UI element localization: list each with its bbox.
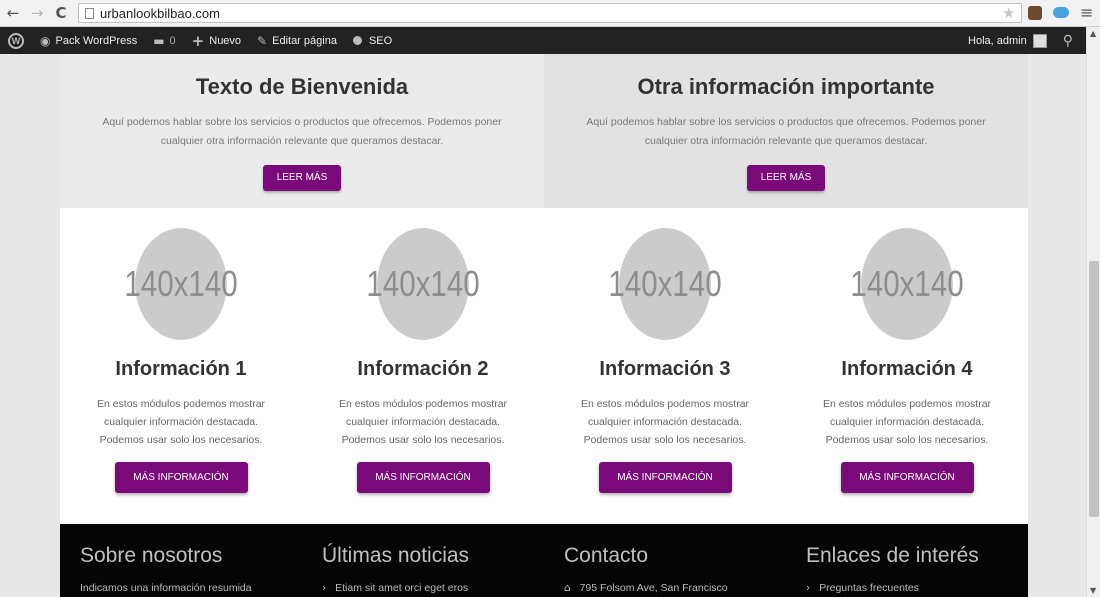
browser-toolbar: ← → C urbanlookbilbao.com ★ ≡ [0,0,1100,27]
reload-icon[interactable]: C [52,4,70,22]
bookmark-star-icon[interactable]: ★ [1002,4,1015,22]
browser-menu-icon[interactable]: ≡ [1080,3,1093,22]
address-label: 795 Folsom Ave, San Francisco [579,582,728,594]
promo-text: Aquí podemos hablar sobre los servicios … [102,116,502,147]
new-label: Nuevo [209,34,242,47]
url-text[interactable]: urbanlookbilbao.com [100,6,220,21]
placeholder-image: 140x140 [366,228,480,340]
footer-heading: Últimas noticias [322,544,470,567]
wp-admin-bar: W ◉ Pack WordPress ▬ 0 + Nuevo ✎ Editar … [0,27,1086,54]
plus-icon: + [191,31,205,50]
chevron-right-icon: › [322,582,327,594]
site-footer: Sobre nosotros Indicamos una información… [60,524,1028,597]
news-link[interactable]: › Etiam sit amet orci eget eros [322,582,544,594]
address-bar[interactable]: urbanlookbilbao.com [78,3,1022,23]
feature-text: En estos módulos podemos mostrar cualqui… [96,398,266,446]
read-more-button[interactable]: LEER MÁS [262,165,342,191]
comments-count: 0 [169,34,176,47]
avatar [1032,33,1047,48]
feature-text: En estos módulos podemos mostrar cualqui… [822,398,992,446]
dashboard-icon: ◉ [40,33,51,48]
faq-link-label: Preguntas frecuentes [819,582,919,594]
footer-heading: Enlaces de interés [806,544,979,567]
search-icon: ⚲ [1062,32,1073,49]
feature-2: 140x140 Información 2 En estos módulos p… [302,228,544,493]
edit-page-label: Editar página [272,34,337,47]
new-content-menu[interactable]: + Nuevo [184,27,249,54]
faq-link[interactable]: › Preguntas frecuentes [806,582,1028,594]
read-more-button[interactable]: LEER MÁS [746,165,826,191]
feature-text: En estos módulos podemos mostrar cualqui… [580,398,750,446]
promo-important: Otra información importante Aquí podemos… [544,54,1028,208]
comment-icon: ▬ [153,33,165,48]
site-name-menu[interactable]: ◉ Pack WordPress [32,27,145,54]
cloud-extension-icon[interactable] [1053,7,1069,18]
feature-title: Información 4 [841,358,973,380]
feature-4: 140x140 Información 4 En estos módulos p… [786,228,1028,493]
back-arrow-icon[interactable]: ← [4,4,22,22]
pencil-icon: ✎ [257,33,268,48]
more-info-button[interactable]: MÁS INFORMACIÓN [598,462,732,493]
about-summary: Indicamos una información resumida [80,582,252,594]
home-icon: ⌂ [564,582,571,594]
more-info-button[interactable]: MÁS INFORMACIÓN [356,462,490,493]
seo-status-icon [352,36,362,45]
footer-links: Enlaces de interés › Preguntas frecuente… [786,524,1028,597]
page-content: Texto de Bienvenida Aquí podemos hablar … [60,54,1028,597]
promo-welcome: Texto de Bienvenida Aquí podemos hablar … [60,54,544,208]
feature-3: 140x140 Información 3 En estos módulos p… [544,228,786,493]
site-name-label: Pack WordPress [55,34,138,47]
feature-text: En estos módulos podemos mostrar cualqui… [338,398,508,446]
scrollbar-thumb[interactable] [1089,261,1099,517]
admin-search[interactable]: ⚲ [1055,27,1086,54]
promo-title: Texto de Bienvenida [195,74,409,99]
promo-text: Aquí podemos hablar sobre los servicios … [586,116,986,147]
contact-address: ⌂ 795 Folsom Ave, San Francisco [564,582,786,594]
feature-title: Información 1 [115,358,247,380]
chevron-right-icon: › [806,582,811,594]
footer-heading: Sobre nosotros [80,544,223,567]
feature-title: Información 2 [357,358,489,380]
wp-logo-menu[interactable]: W [0,27,32,54]
feature-title: Información 3 [599,358,731,380]
footer-contact: Contacto ⌂ 795 Folsom Ave, San Francisco [544,524,786,597]
footer-news: Últimas noticias › Etiam sit amet orci e… [302,524,544,597]
scroll-down-icon[interactable]: ▼ [1090,586,1096,595]
news-link-label: Etiam sit amet orci eget eros [335,582,469,594]
wordpress-logo-icon: W [8,32,24,49]
more-info-button[interactable]: MÁS INFORMACIÓN [840,462,974,493]
page-icon [85,7,94,19]
page-scrollbar[interactable]: ▲ ▼ [1086,27,1100,597]
footer-heading: Contacto [564,544,649,567]
feature-1: 140x140 Información 1 En estos módulos p… [60,228,302,493]
scroll-up-icon[interactable]: ▲ [1090,29,1096,38]
more-info-button[interactable]: MÁS INFORMACIÓN [114,462,248,493]
features-row: 140x140 Información 1 En estos módulos p… [60,228,1028,493]
seo-menu[interactable]: SEO [345,27,400,54]
comments-menu[interactable]: ▬ 0 [145,27,183,54]
extension-icon[interactable] [1028,6,1042,20]
seo-label: SEO [368,34,393,47]
placeholder-image: 140x140 [608,228,722,340]
placeholder-image: 140x140 [850,228,964,340]
greeting-label: Hola, admin [968,34,1027,47]
promo-title: Otra información importante [637,74,935,99]
my-account-menu[interactable]: Hola, admin [960,27,1055,54]
footer-text: Indicamos una información resumida [80,582,302,594]
edit-page-menu[interactable]: ✎ Editar página [249,27,345,54]
footer-about: Sobre nosotros Indicamos una información… [60,524,302,597]
forward-arrow-icon[interactable]: → [28,4,46,22]
placeholder-image: 140x140 [124,228,238,340]
